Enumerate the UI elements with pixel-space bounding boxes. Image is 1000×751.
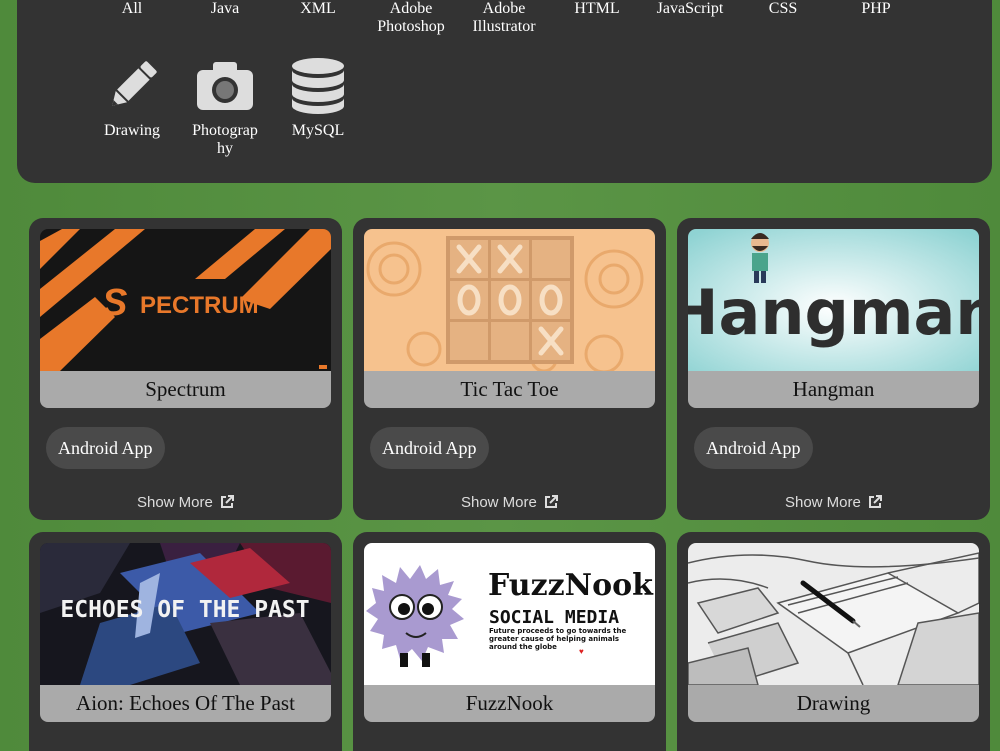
spectrum-logo-letter: S: [102, 282, 127, 324]
filter-mysql-label: MySQL: [291, 122, 345, 139]
filter-adobe-photoshop[interactable]: Adobe Photoshop: [366, 0, 456, 36]
filter-adobe-illustrator[interactable]: Adobe Illustrator: [459, 0, 549, 36]
database-icon: [292, 58, 344, 114]
show-more-label: Show More: [136, 494, 213, 511]
filter-mysql[interactable]: MySQL: [273, 56, 363, 140]
external-link-icon: [545, 495, 559, 508]
project-title: Aion: Echoes Of The Past: [40, 685, 331, 722]
project-title: Hangman: [688, 371, 979, 408]
project-card-spectrum[interactable]: S PECTRUM Spectrum Android App Show More: [29, 218, 342, 520]
external-link-icon: [869, 495, 883, 508]
filter-photography-label: Photograp hy: [192, 122, 258, 157]
fuzznook-logo-text: FuzzNook: [488, 568, 654, 603]
project-tag[interactable]: Android App: [46, 427, 165, 469]
project-title: Spectrum: [40, 371, 331, 408]
filter-photography[interactable]: Photograp hy: [180, 56, 270, 158]
project-title: FuzzNook: [364, 685, 655, 722]
aion-logo-text: ECHOES OF THE PAST: [60, 597, 309, 623]
show-more-link[interactable]: Show More: [29, 494, 342, 511]
filter-xml[interactable]: XML: [273, 0, 363, 18]
filter-all[interactable]: All: [87, 0, 177, 18]
filter-drawing-label: Drawing: [104, 122, 160, 139]
project-title: Drawing: [688, 685, 979, 722]
hangman-logo-text: Hangman: [688, 276, 979, 349]
filter-java[interactable]: Java: [180, 0, 270, 18]
filter-html[interactable]: HTML: [552, 0, 642, 18]
heart-icon: ♥: [579, 647, 584, 656]
spectrum-logo-text: PECTRUM: [140, 292, 259, 319]
project-thumbnail[interactable]: FuzzNook SOCIAL MEDIA Future proceeds to…: [364, 543, 655, 685]
filter-css[interactable]: CSS: [738, 0, 828, 18]
external-link-icon: [221, 495, 235, 508]
project-title: Tic Tac Toe: [364, 371, 655, 408]
filter-javascript[interactable]: JavaScript: [645, 0, 735, 18]
show-more-label: Show More: [460, 494, 537, 511]
fuzznook-subtitle: SOCIAL MEDIA: [489, 607, 619, 628]
filter-php[interactable]: PHP: [831, 0, 921, 18]
project-card-aion[interactable]: ECHOES OF THE PAST Aion: Echoes Of The P…: [29, 532, 342, 751]
project-card-fuzznook[interactable]: FuzzNook SOCIAL MEDIA Future proceeds to…: [353, 532, 666, 751]
fuzznook-description: Future proceeds to go towards the greate…: [489, 627, 627, 651]
category-filter-panel: All Java XML Adobe Photoshop Adobe Illus…: [17, 0, 992, 183]
project-thumbnail[interactable]: Hangman: [688, 229, 979, 371]
project-tag[interactable]: Android App: [370, 427, 489, 469]
camera-icon: [197, 62, 253, 110]
project-thumbnail[interactable]: [688, 543, 979, 685]
show-more-link[interactable]: Show More: [677, 494, 990, 511]
pencil-icon: [112, 61, 157, 106]
project-thumbnail[interactable]: ECHOES OF THE PAST: [40, 543, 331, 685]
project-thumbnail[interactable]: [364, 229, 655, 371]
show-more-link[interactable]: Show More: [353, 494, 666, 511]
project-card-hangman[interactable]: Hangman Hangman Android App Show More: [677, 218, 990, 520]
filter-drawing[interactable]: Drawing: [87, 56, 177, 140]
project-tag[interactable]: Android App: [694, 427, 813, 469]
project-card-tic-tac-toe[interactable]: Tic Tac Toe Android App Show More: [353, 218, 666, 520]
project-thumbnail[interactable]: S PECTRUM: [40, 229, 331, 371]
project-card-drawing[interactable]: Drawing: [677, 532, 990, 751]
show-more-label: Show More: [784, 494, 861, 511]
